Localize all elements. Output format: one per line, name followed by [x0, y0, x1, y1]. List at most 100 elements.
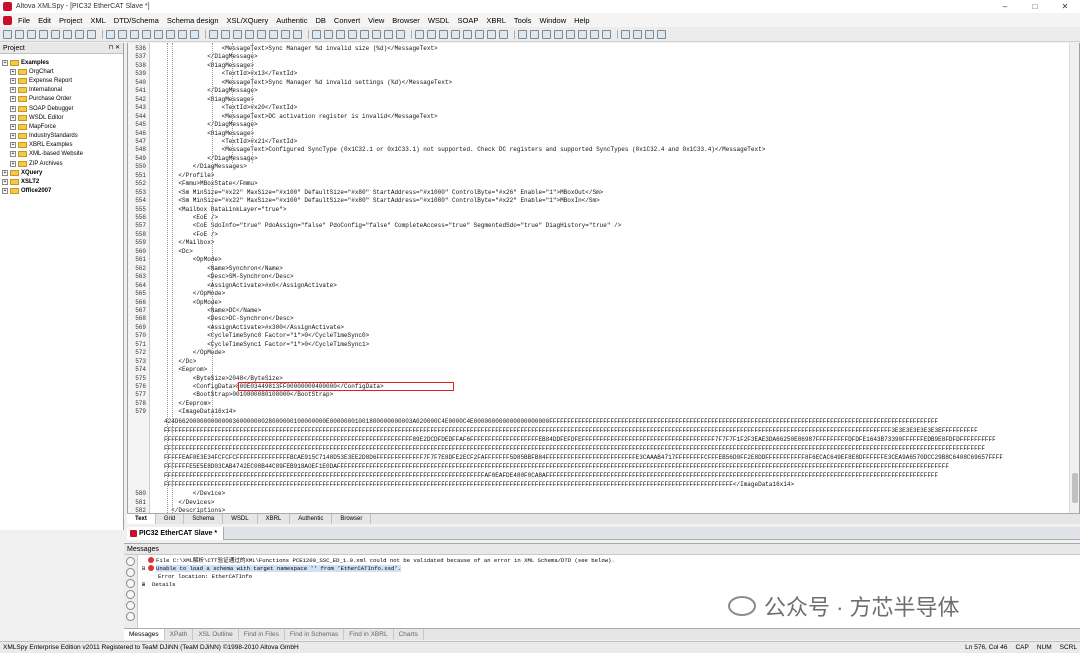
project-tree-item[interactable]: + Office2007: [2, 187, 123, 196]
code-line[interactable]: </OpMode>: [164, 349, 225, 356]
project-tree-item[interactable]: + Purchase Order: [2, 95, 123, 104]
toolbar-button-icon[interactable]: [657, 29, 666, 39]
project-tree-item[interactable]: + XML-based Website: [2, 150, 123, 159]
expand-icon[interactable]: [126, 579, 135, 588]
view-tab-authentic[interactable]: Authentic: [290, 514, 333, 524]
menu-item-browser[interactable]: Browser: [388, 16, 424, 25]
menu-item-file[interactable]: File: [14, 16, 34, 25]
clear-icon[interactable]: [126, 612, 135, 621]
image-data-line[interactable]: FFFFFFFFFFFFFFFFFFFFFFFFFFFFFFFFFFFFFFFF…: [164, 472, 1069, 479]
code-line[interactable]: </DiagMessage>: [164, 155, 257, 162]
code-line[interactable]: <Mailbox DataLinkLayer="true">: [164, 206, 286, 213]
expand-icon[interactable]: +: [10, 160, 16, 167]
code-line[interactable]: <ByteSize>2048</ByteSize>: [164, 375, 283, 382]
toolbar-button-icon[interactable]: [312, 29, 321, 39]
toolbar-button-icon[interactable]: [439, 29, 448, 39]
code-line[interactable]: <MessageText>Sync Manager %d invalid siz…: [164, 45, 438, 52]
message-line[interactable]: ⊞ Details: [142, 580, 1080, 588]
expand-icon[interactable]: +: [10, 105, 16, 112]
expand-icon[interactable]: +: [10, 123, 16, 130]
code-line[interactable]: <Dc>: [164, 248, 192, 255]
expand-icon[interactable]: +: [2, 169, 8, 176]
project-tree-item[interactable]: + OrgChart: [2, 67, 123, 76]
message-line[interactable]: File C:\XML解析\CTT验证通过的XML\Functions PCE1…: [142, 556, 1080, 564]
toolbar-button-icon[interactable]: [118, 29, 127, 39]
code-line[interactable]: <BootStrap>0010800080108000</BootStrap>: [164, 391, 333, 398]
project-tree-item[interactable]: + Examples: [2, 58, 123, 67]
menu-item-convert[interactable]: Convert: [330, 16, 364, 25]
code-line[interactable]: </DiagMessage>: [164, 87, 257, 94]
toolbar-button-icon[interactable]: [530, 29, 539, 39]
project-tree-item[interactable]: + XSLT2: [2, 177, 123, 186]
code-line[interactable]: <CycleTimeSync1 Factor="1">0</CycleTimeS…: [164, 341, 369, 348]
code-line[interactable]: <DiagMessage>: [164, 62, 254, 69]
code-line[interactable]: <DiagMessage>: [164, 130, 254, 137]
code-line[interactable]: <AssignActivate>#x0</AssignActivate>: [164, 282, 337, 289]
toolbar-button-icon[interactable]: [209, 29, 218, 39]
project-tree-item[interactable]: + International: [2, 86, 123, 95]
previous-message-icon[interactable]: [126, 568, 135, 577]
code-line[interactable]: <TextId>#x21</TextId>: [164, 138, 298, 145]
view-tab-wsdl[interactable]: WSDL: [223, 514, 258, 524]
toolbar-button-icon[interactable]: [142, 29, 151, 39]
toolbar-button-icon[interactable]: [106, 29, 115, 39]
expand-icon[interactable]: +: [10, 77, 16, 84]
message-line[interactable]: ⊟ Unable to load a schema with target nam…: [142, 564, 1080, 572]
toolbar-button-icon[interactable]: [233, 29, 242, 39]
menu-item-wsdl[interactable]: WSDL: [424, 16, 454, 25]
messages-tab-find-in-schemas[interactable]: Find in Schemas: [285, 629, 345, 640]
messages-tab-xsl-outline[interactable]: XSL Outline: [193, 629, 239, 640]
minimize-button[interactable]: –: [990, 0, 1020, 13]
menu-item-window[interactable]: Window: [535, 16, 570, 25]
toolbar-button-icon[interactable]: [178, 29, 187, 39]
image-data-line[interactable]: FFFFFFFFFFFFFFFFFFFFFFFFFFFFFFFFFFFFFFFF…: [164, 481, 1069, 488]
toolbar-button-icon[interactable]: [415, 29, 424, 39]
toolbar-button-icon[interactable]: [578, 29, 587, 39]
toolbar-button-icon[interactable]: [566, 29, 575, 39]
code-line[interactable]: <ImageData16x14>: [164, 408, 236, 415]
code-line[interactable]: <CoE SdoInfo="true" PdoAssign="false" Pd…: [164, 222, 621, 229]
document-tab[interactable]: PIC32 EtherCAT Slave *: [127, 527, 225, 540]
code-line[interactable]: <MessageText>Sync Manager %d invalid set…: [164, 79, 452, 86]
code-line[interactable]: </Dc>: [164, 358, 196, 365]
menu-item-db[interactable]: DB: [311, 16, 329, 25]
toolbar-button-icon[interactable]: [269, 29, 278, 39]
image-data-line[interactable]: FFFFFFFE5E5E8D03CAB4742EC08B44C89FEB918A…: [164, 463, 1069, 470]
close-button[interactable]: ✕: [1050, 0, 1080, 13]
code-line[interactable]: <DiagMessage>: [164, 96, 254, 103]
image-data-line[interactable]: FFFFFFFFFFFFFFFFFFFFFFFFFFFFFFFFFFFFFFFF…: [164, 436, 1069, 443]
toolbar-button-icon[interactable]: [602, 29, 611, 39]
code-line[interactable]: <TextId>#x20</TextId>: [164, 104, 298, 111]
xml-text-editor[interactable]: 536 537 538 539 540 541 542 543 544 545 546 547 548 5…: [127, 43, 1080, 523]
code-line[interactable]: <Desc>SM-Synchron</Desc>: [164, 273, 293, 280]
project-tree-item[interactable]: + IndustryStandards: [2, 132, 123, 141]
messages-tab-find-in-files[interactable]: Find in Files: [239, 629, 285, 640]
toolbar-button-icon[interactable]: [324, 29, 333, 39]
toolbar-button-icon[interactable]: [190, 29, 199, 39]
toolbar-button-icon[interactable]: [554, 29, 563, 39]
menu-item-xbrl[interactable]: XBRL: [482, 16, 510, 25]
toolbar-button-icon[interactable]: [51, 29, 60, 39]
toolbar-button-icon[interactable]: [281, 29, 290, 39]
code-line[interactable]: <MessageText>Configured SyncType (0x1C32…: [164, 146, 766, 153]
code-line[interactable]: </OpMode>: [164, 290, 225, 297]
view-tab-grid[interactable]: Grid: [156, 514, 185, 524]
maximize-button[interactable]: □: [1020, 0, 1050, 13]
code-line[interactable]: </DiagMessage>: [164, 121, 257, 128]
pane-controls[interactable]: ⊓ ✕: [109, 43, 120, 54]
expand-icon[interactable]: +: [10, 133, 16, 140]
toolbar-button-icon[interactable]: [621, 29, 630, 39]
expand-icon[interactable]: +: [2, 188, 8, 195]
expand-icon[interactable]: +: [10, 87, 16, 94]
toolbar-button-icon[interactable]: [27, 29, 36, 39]
view-tab-schema[interactable]: Schema: [184, 514, 224, 524]
toolbar-button-icon[interactable]: [221, 29, 230, 39]
code-area[interactable]: <MessageText>Sync Manager %d invalid siz…: [164, 43, 1069, 523]
menu-item-schema-design[interactable]: Schema design: [163, 16, 223, 25]
toolbar-button-icon[interactable]: [590, 29, 599, 39]
toolbar-button-icon[interactable]: [348, 29, 357, 39]
menu-item-xsl-xquery[interactable]: XSL/XQuery: [223, 16, 273, 25]
menu-item-authentic[interactable]: Authentic: [272, 16, 311, 25]
code-line[interactable]: <CycleTimeSync0 Factor="1">0</CycleTimeS…: [164, 332, 369, 339]
code-line[interactable]: <MessageText>DC activation register is i…: [164, 113, 438, 120]
